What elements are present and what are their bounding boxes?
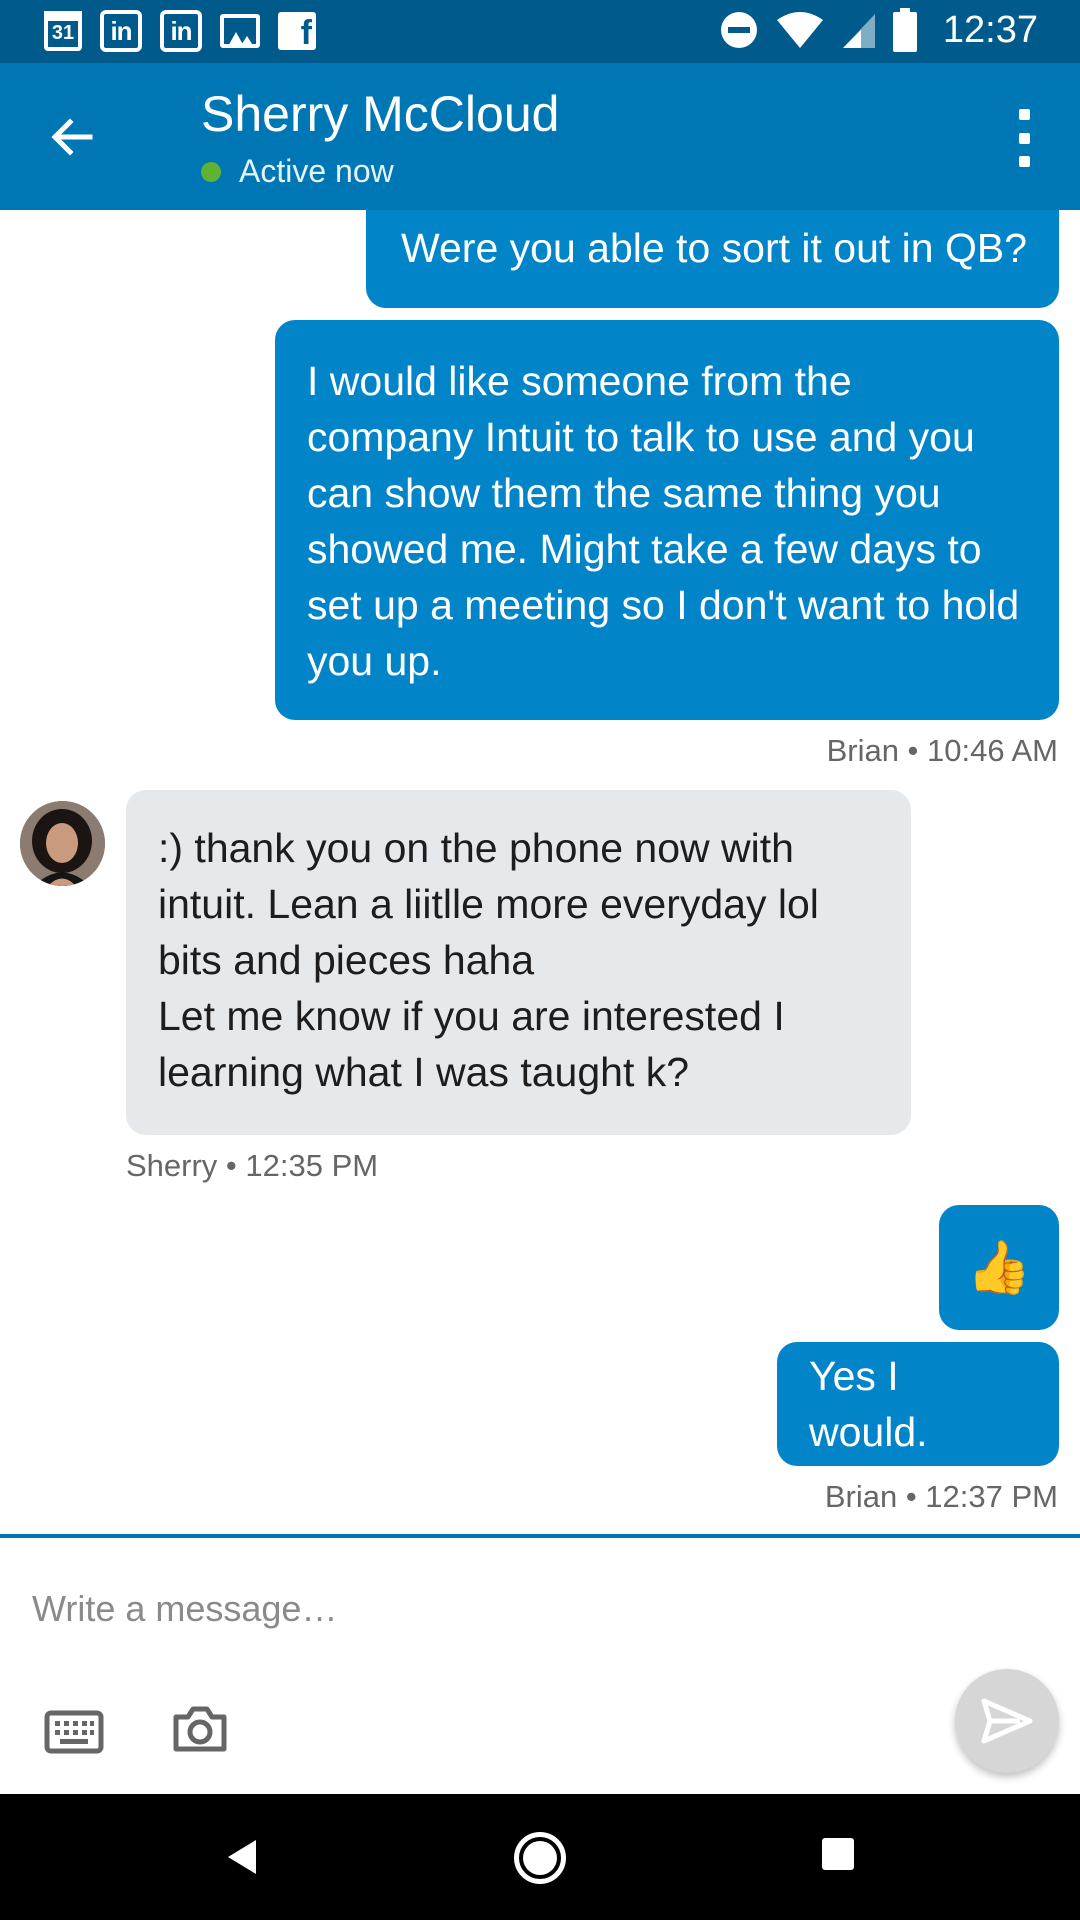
status-time: 12:37 (942, 8, 1038, 51)
keyboard-icon (44, 1710, 104, 1754)
message-bubble[interactable]: Yes I would. (777, 1342, 1059, 1466)
arrow-left-icon (51, 118, 93, 156)
nav-home-dot (523, 1841, 557, 1875)
nav-home-icon[interactable] (514, 1832, 566, 1884)
image-icon (220, 14, 260, 48)
system-nav-bar (0, 1794, 1080, 1920)
camera-icon (173, 1706, 227, 1752)
linkedin-icon: in (160, 10, 202, 52)
message-bubble[interactable]: Were you able to sort it out in QB? (366, 210, 1059, 308)
thumbs-up-message[interactable]: 👍 (939, 1205, 1059, 1330)
calendar-icon: 31 (44, 11, 82, 51)
presence-label: Active now (239, 153, 394, 189)
active-dot-icon (201, 161, 221, 182)
send-icon (981, 1698, 1033, 1744)
more-options-button[interactable] (1004, 103, 1044, 173)
message-bubble[interactable]: I would like someone from the company In… (275, 320, 1059, 720)
battery-icon (892, 8, 917, 52)
keyboard-button[interactable] (44, 1708, 104, 1756)
presence-status: Active now (201, 153, 394, 190)
message-meta: Sherry • 12:35 PM (126, 1148, 379, 1183)
do-not-disturb-icon (720, 12, 757, 48)
more-vert-icon (1018, 109, 1030, 120)
more-vert-icon-dot (1018, 132, 1030, 144)
message-bubble[interactable]: :) thank you on the phone now with intui… (126, 790, 911, 1135)
contact-name[interactable]: Sherry McCloud (201, 85, 559, 143)
message-input[interactable] (32, 1574, 912, 1644)
nav-recents-icon[interactable] (822, 1838, 854, 1870)
send-button[interactable] (955, 1669, 1059, 1773)
camera-button[interactable] (172, 1703, 228, 1755)
conversation-header: Sherry McCloud Active now (0, 63, 1080, 210)
facebook-icon: f (278, 12, 316, 50)
more-vert-icon-dot (1018, 156, 1030, 167)
message-composer (0, 1538, 1080, 1794)
status-bar: 31 in in f 12:37 (0, 0, 1080, 63)
back-button[interactable] (40, 105, 104, 169)
system-icons: 12:37 (719, 8, 1038, 52)
avatar[interactable] (20, 801, 105, 886)
wifi-icon (776, 12, 823, 48)
message-meta: Brian • 12:37 PM (824, 1479, 1058, 1514)
linkedin-icon: in (100, 10, 142, 52)
nav-back-icon[interactable] (220, 1832, 270, 1882)
cell-signal-icon (842, 14, 875, 48)
avatar-photo (20, 801, 105, 886)
thumbs-up-icon: 👍 (966, 1238, 1032, 1297)
message-meta: Brian • 10:46 AM (826, 733, 1058, 768)
notification-icons: 31 in in f (44, 10, 316, 52)
